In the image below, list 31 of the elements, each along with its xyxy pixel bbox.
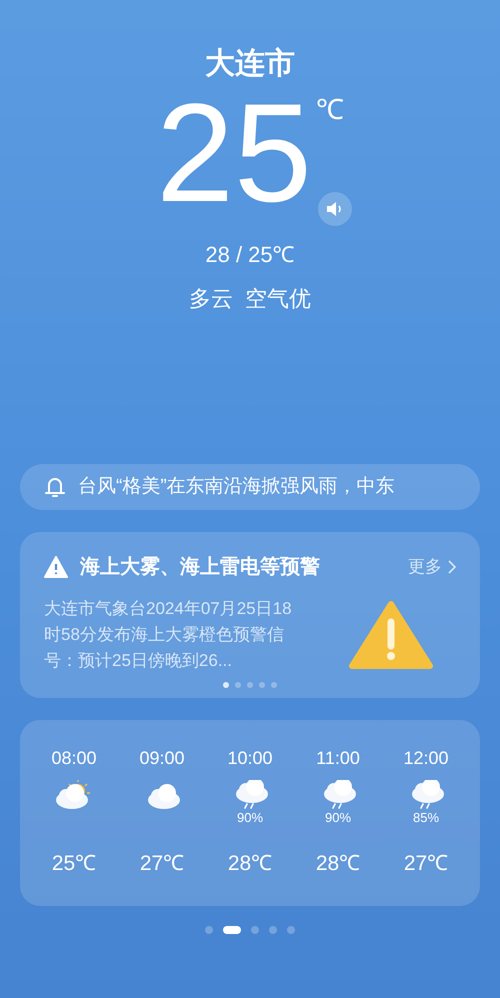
page-indicator[interactable] xyxy=(223,926,241,934)
warning-icon xyxy=(44,556,68,578)
temperature-range: 28 / 25℃ xyxy=(205,241,295,269)
weather-condition: 多云 空气优 xyxy=(188,285,312,313)
precipitation-chance: 85% xyxy=(412,810,440,826)
alert-text: 台风“格美”在东南沿海掀强风雨，中东 xyxy=(78,474,395,499)
chevron-icon xyxy=(448,560,456,574)
alert-banner[interactable]: 台风“格美”在东南沿海掀强风雨，中东 xyxy=(20,464,480,510)
hour-label: 12:00 xyxy=(403,747,449,770)
hour-label: 09:00 xyxy=(139,747,185,770)
precipitation-chance: 90% xyxy=(324,810,352,826)
warning-card[interactable]: 海上大雾、海上雷电等预警 更多 大连市气象台2024年07月25日18时58分发布海上大雾橙色预警信号：预计25日傍晚到26... xyxy=(20,532,480,698)
hour-temperature: 27℃ xyxy=(140,851,184,877)
bell-icon xyxy=(44,475,66,499)
hour-label: 08:00 xyxy=(51,747,97,770)
precipitation-chance: 90% xyxy=(236,810,264,826)
speaker-icon xyxy=(326,201,344,217)
warning-description: 大连市气象台2024年07月25日18时58分发布海上大雾橙色预警信号：预计25日傍晚到26... xyxy=(44,598,293,672)
warning-sign-icon xyxy=(348,600,434,670)
speaker-button[interactable] xyxy=(318,192,352,226)
hour-temperature: 28℃ xyxy=(316,851,360,877)
more-link[interactable]: 更多 xyxy=(408,554,456,580)
warning-title: 海上大雾、海上雷电等预警 xyxy=(80,555,321,580)
hour-label: 11:00 xyxy=(316,747,360,770)
hour-temperature: 25℃ xyxy=(52,851,96,877)
current-temperature: 25 xyxy=(156,88,312,218)
city-name: 大连市 xyxy=(205,46,295,82)
hour-temperature: 27℃ xyxy=(404,851,448,877)
temperature-unit: ℃ xyxy=(316,93,344,127)
hour-label: 10:00 xyxy=(227,747,273,770)
hour-temperature: 28℃ xyxy=(228,851,272,877)
